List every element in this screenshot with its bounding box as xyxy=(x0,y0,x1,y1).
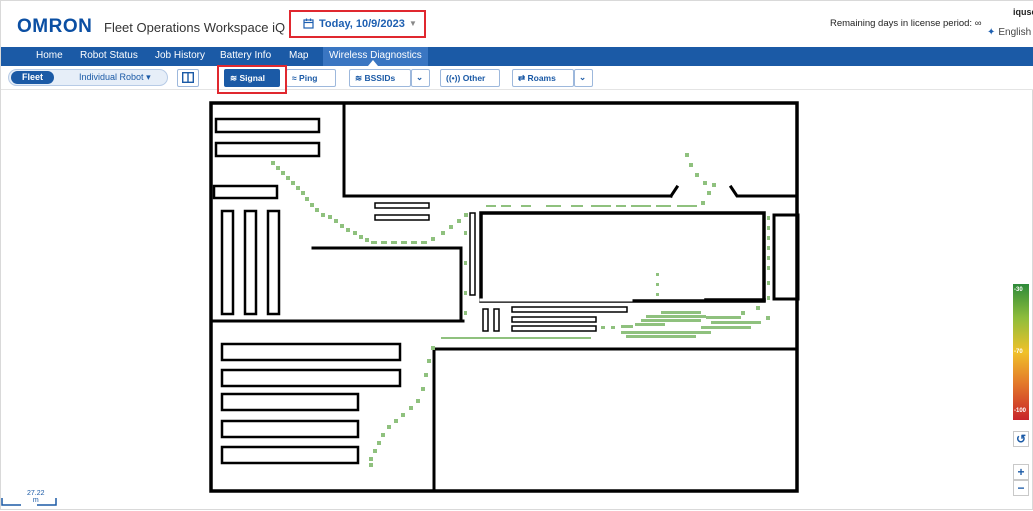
license-status: Remaining days in license period: ∞ xyxy=(830,18,982,29)
facility-map[interactable]: 27.22 m xyxy=(1,91,1033,511)
rack xyxy=(212,184,279,200)
rack xyxy=(220,209,235,316)
globe-icon: ✦ xyxy=(987,27,996,38)
wall xyxy=(728,184,799,198)
bssids-dropdown-button[interactable]: ⌄ xyxy=(411,69,430,87)
bssids-button[interactable]: ≋ BSSIDs xyxy=(349,69,411,87)
rack xyxy=(374,202,430,209)
rack xyxy=(214,141,321,158)
zoom-in-button[interactable]: + xyxy=(1013,464,1029,480)
rack xyxy=(220,445,360,465)
wall xyxy=(772,213,800,301)
legend-min-label: -100 xyxy=(1014,408,1027,414)
date-label: Today, 10/9/2023 xyxy=(319,18,405,30)
nav-home[interactable]: Home xyxy=(36,50,63,61)
app-header: OMRON Fleet Operations Workspace iQ Toda… xyxy=(1,1,1033,47)
chevron-down-icon: ⌄ xyxy=(416,72,424,82)
calendar-icon xyxy=(303,18,314,29)
rack xyxy=(220,368,402,388)
diagnostics-toolbar: Fleet Individual Robot ▾ ≋ Signal ≈ Ping… xyxy=(1,66,1033,90)
user-menu[interactable]: iquse xyxy=(1013,7,1033,17)
ping-icon: ≈ xyxy=(292,73,297,83)
wifi-icon: ≋ xyxy=(355,73,363,83)
rack xyxy=(493,308,500,332)
roams-button[interactable]: ⇄ Roams xyxy=(512,69,574,87)
outer-wall xyxy=(209,101,799,493)
rack xyxy=(511,325,597,332)
app-window: OMRON Fleet Operations Workspace iQ Toda… xyxy=(0,0,1033,510)
rack xyxy=(243,209,258,316)
individual-robot-toggle[interactable]: Individual Robot ▾ xyxy=(79,72,151,83)
split-view-button[interactable] xyxy=(177,69,199,87)
reset-view-button[interactable]: ↺ xyxy=(1013,431,1029,447)
nav-robot-status[interactable]: Robot Status xyxy=(80,50,138,61)
caret-down-icon: ▼ xyxy=(409,19,417,28)
omron-logo: OMRON xyxy=(17,16,93,37)
signal-highlight-box xyxy=(217,65,287,94)
swap-arrows-icon: ⇄ xyxy=(518,73,526,83)
map-scale-label: 27.22 m xyxy=(27,490,45,504)
nav-job-history[interactable]: Job History xyxy=(155,50,205,61)
scope-toggle: Fleet Individual Robot ▾ xyxy=(8,69,168,86)
room-wall xyxy=(479,211,766,303)
rack xyxy=(511,306,628,313)
rack xyxy=(374,214,430,221)
ping-button[interactable]: ≈ Ping xyxy=(286,69,336,87)
rack xyxy=(266,209,281,316)
rack xyxy=(469,212,476,296)
broadcast-icon: ((•)) xyxy=(446,73,461,83)
reset-icon: ↺ xyxy=(1015,432,1027,446)
date-picker[interactable]: Today, 10/9/2023 ▼ xyxy=(289,10,426,38)
rack xyxy=(482,308,489,332)
plus-icon: + xyxy=(1017,465,1025,479)
floor-plan xyxy=(209,101,800,493)
other-button[interactable]: ((•)) Other xyxy=(440,69,500,87)
wall xyxy=(342,101,458,198)
language-selector[interactable]: ✦ English xyxy=(987,27,1031,38)
rack xyxy=(220,392,360,412)
rack xyxy=(220,419,360,439)
wall xyxy=(432,347,799,493)
legend-mid-label: -70 xyxy=(1014,349,1023,355)
rack xyxy=(511,316,597,323)
nav-map[interactable]: Map xyxy=(289,50,308,61)
legend-max-label: -30 xyxy=(1014,287,1023,293)
language-label: English xyxy=(998,27,1032,38)
split-view-icon xyxy=(181,71,195,84)
rack xyxy=(220,342,402,362)
chevron-down-icon: ⌄ xyxy=(579,72,587,82)
nav-battery-info[interactable]: Battery Info xyxy=(220,50,271,61)
minus-icon: − xyxy=(1017,481,1025,495)
app-title: Fleet Operations Workspace iQ xyxy=(104,20,286,35)
main-nav: Home Robot Status Job History Battery In… xyxy=(1,47,1033,110)
caret-down-icon: ▾ xyxy=(146,72,151,82)
zoom-out-button[interactable]: − xyxy=(1013,480,1029,496)
fleet-toggle[interactable]: Fleet xyxy=(11,71,55,84)
rack xyxy=(214,117,321,134)
roams-dropdown-button[interactable]: ⌄ xyxy=(574,69,593,87)
